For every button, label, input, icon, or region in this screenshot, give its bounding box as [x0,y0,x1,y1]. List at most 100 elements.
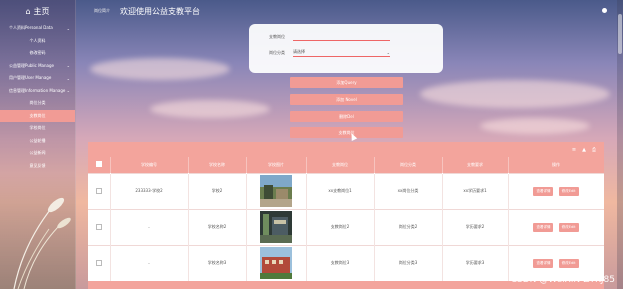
sidebar-label: 个人资料Personal Data [9,25,53,31]
sidebar-item-carousel[interactable]: 公益轮播 [0,135,75,148]
school-image-cell [246,172,307,209]
select-all-cell [88,157,111,173]
category-label: 岗位分类 [269,49,285,55]
row-checkbox[interactable] [95,259,102,266]
category-select[interactable]: 请选择 ⌄ [293,48,390,57]
post-cell: 支教岗位3 [306,244,375,281]
sidebar-item-password[interactable]: 修改密码 [0,47,75,60]
column-header[interactable]: 学校编号 [110,157,189,173]
sidebar-brand[interactable]: ⌂ 主页 [0,0,75,22]
school-name-cell: 学校名称2 [188,208,247,245]
query-button[interactable]: 添加Query [290,77,403,88]
select-all-checkbox[interactable] [95,161,102,168]
requirement-cell: 学历要求2 [442,208,509,245]
data-table-card: ≡ ▲ ⎙ 学校编号 学校名称 学校图片 支教岗位 岗位分类 支教要求 操作 2… [88,142,604,289]
search-card: 支教岗位 岗位分类 请选择 ⌄ [249,24,443,73]
column-header[interactable]: 支教要求 [442,157,509,173]
sidebar: ⌂ 主页 个人资料Personal Data ⌄ 个人资料 修改密码 公益管理Pu… [0,0,76,289]
category-cell: 岗位分类2 [374,208,443,245]
view-details-button[interactable]: 查看详情 [533,258,554,268]
cloud [90,58,230,80]
school-image [260,211,292,243]
sidebar-group-personal[interactable]: 个人资料Personal Data ⌄ [0,22,75,35]
actions-cell: 查看详情 修改Edit [508,208,604,245]
chevron-down-icon: ⌄ [66,25,70,31]
sidebar-label: 岗位分类 [29,100,46,106]
chevron-down-icon: ⌄ [66,88,70,94]
sidebar-item-school-post[interactable]: 学校岗位 [0,122,75,135]
print-icon[interactable]: ⎙ [592,147,596,153]
add-button[interactable]: 添加 Novel [290,94,403,105]
category-field: 岗位分类 请选择 ⌄ [255,48,390,57]
table-row: 233333-学校2 学校2 xx支教岗位1 xx岗位分类 xx学历要求1 查看… [88,172,604,209]
edit-button[interactable]: 修改Edit [558,258,579,268]
actions-cell: 查看详情 修改Edit [508,172,604,209]
sidebar-menu: 个人资料Personal Data ⌄ 个人资料 修改密码 公益管理Public … [0,22,75,172]
edit-button[interactable]: 修改Edit [558,222,579,232]
table-header-row: 学校编号 学校名称 学校图片 支教岗位 岗位分类 支教要求 操作 [88,157,604,173]
school-id-cell: - [110,244,189,281]
school-image [260,175,292,207]
sidebar-item-teaching-post[interactable]: 支教岗位 [0,109,75,122]
data-table: 学校编号 学校名称 学校图片 支教岗位 岗位分类 支教要求 操作 233333-… [88,157,604,281]
school-name-cell: 学校名称3 [188,244,247,281]
breadcrumb[interactable]: 岗位简介 [94,8,110,14]
reed-decoration [13,197,71,289]
sidebar-label: 支教岗位 [29,112,46,118]
cloud [150,100,270,118]
sidebar-label: 意见反馈 [29,162,46,168]
chevron-down-icon: ⌄ [66,75,70,81]
column-header[interactable]: 学校名称 [188,157,247,173]
row-checkbox[interactable] [95,187,102,194]
sidebar-item-news[interactable]: 公益新闻 [0,147,75,160]
teaching-post-label: 支教岗位 [269,33,285,39]
export-icon[interactable]: ▲ [582,147,586,153]
sidebar-label: 学校岗位 [29,125,46,131]
columns-icon[interactable]: ≡ [572,147,576,153]
column-header[interactable]: 岗位分类 [374,157,443,173]
sidebar-label: 信息管理Information Manage [9,87,66,93]
sidebar-group-user[interactable]: 用户管理User Manage ⌄ [0,72,75,85]
teaching-post-field: 支教岗位 [255,32,390,41]
row-checkbox[interactable] [95,223,102,230]
sidebar-item-profile[interactable]: 个人资料 [0,35,75,48]
sidebar-label: 用户管理User Manage [9,75,52,81]
requirement-cell: 学历要求3 [442,244,509,281]
sidebar-label: 个人资料 [29,37,46,43]
brand-label: 主页 [33,6,50,16]
delete-button[interactable]: 删除Del [290,111,403,122]
table-row: - 学校名称2 支教岗位2 岗位分类2 学历要求2 查看详情 修改Edit [88,208,604,245]
scrollbar-thumb[interactable] [618,14,622,54]
category-cell: xx岗位分类 [374,172,443,209]
row-select-cell [88,244,111,281]
cloud [480,118,590,134]
sidebar-item-category[interactable]: 岗位分类 [0,97,75,110]
sidebar-label: 公益管理Public Manage [9,62,54,68]
sidebar-item-feedback[interactable]: 意见反馈 [0,160,75,173]
home-icon: ⌂ [25,6,31,16]
chevron-down-icon: ⌄ [66,63,70,69]
school-image-cell [246,208,307,245]
category-cell: 岗位分类3 [374,244,443,281]
top-header: 岗位简介 欢迎使用公益支教平台 [76,0,617,22]
teaching-post-input[interactable] [293,32,390,41]
sidebar-label: 公益轮播 [29,137,46,143]
edit-button[interactable]: 修改Edit [558,186,579,196]
teaching-post-button[interactable]: 支教岗位 [290,127,403,138]
column-header[interactable]: 学校图片 [246,157,307,173]
requirement-cell: xx学历要求1 [442,172,509,209]
column-header: 操作 [508,157,604,173]
view-details-button[interactable]: 查看详情 [533,222,554,232]
table-toolbar: ≡ ▲ ⎙ [88,142,604,157]
sidebar-group-info[interactable]: 信息管理Information Manage ⌄ [0,85,75,98]
sidebar-label: 公益新闻 [29,150,46,156]
cloud [420,80,610,108]
view-details-button[interactable]: 查看详情 [533,186,554,196]
sidebar-group-public[interactable]: 公益管理Public Manage ⌄ [0,60,75,73]
post-cell: 支教岗位2 [306,208,375,245]
school-name-cell: 学校2 [188,172,247,209]
page-scrollbar[interactable] [617,0,623,289]
column-header[interactable]: 支教岗位 [306,157,375,173]
row-select-cell [88,208,111,245]
user-avatar[interactable] [602,8,607,13]
